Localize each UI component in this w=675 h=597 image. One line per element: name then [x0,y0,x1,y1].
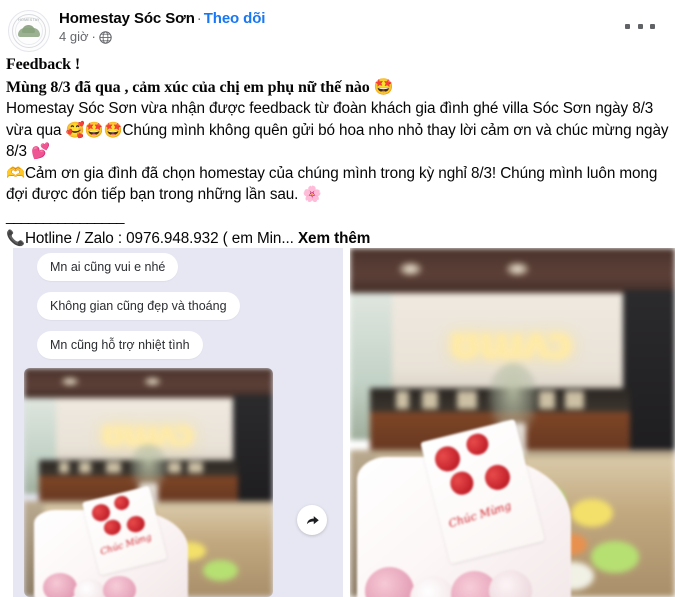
dark-column [623,289,675,465]
cherry-blossom-emoji: 🌸 [302,185,322,203]
post-media: Mn ai cũng vui e nhé Không gian cũng đẹp… [0,248,675,597]
card-rose [464,431,491,457]
avatar-hill-front [18,28,40,37]
counter-item [58,461,69,474]
post-text-line-5: 📞Hotline / Zalo : 0976.948.932 ( em Min.… [6,228,669,250]
counter-item [538,391,555,409]
heart-hands-emoji: 🫶 [6,163,25,182]
avatar[interactable]: HOMESTAY [8,10,50,52]
page-name-line: Homestay Sóc Sơn · Theo dõi [59,10,265,27]
share-button[interactable] [297,505,327,535]
follow-link[interactable]: Theo dõi [204,10,266,27]
post-text-line-3: Homestay Sóc Sơn vừa nhận được feedback … [6,98,669,163]
post-header-text: Homestay Sóc Sơn · Theo dõi 4 giờ · [59,9,265,45]
post-text-line-2-text: Mùng 8/3 đã qua , cảm xúc của chị em phụ… [6,78,374,96]
dark-column [233,395,273,510]
star-struck-emoji: 🤩 [373,76,394,96]
see-more-button[interactable]: Xem thêm [298,230,370,247]
rose-bouquet-left: Chúc Mừng [33,485,189,597]
smiling-hearts-emoji: 🥰 [65,120,85,139]
ceiling-light [506,261,529,276]
star-struck-emoji-pair: 🤩🤩 [84,120,123,139]
media-photo-right[interactable]: ʊɯʌɔ Chúc Mừng [350,248,675,597]
globe-icon[interactable] [99,31,112,44]
hotline-text: Hotline / Zalo : 0976.948.932 ( em Min..… [24,229,294,247]
card-rose [482,461,513,493]
card-script-text: Chúc Mừng [98,531,152,557]
post-text-line-4: 🫶Cảm ơn gia đình đã chọn homestay của ch… [6,163,669,206]
counter-item [457,391,477,409]
counter-item [564,391,584,409]
post-text: Feedback ! Mùng 8/3 đã qua , cảm xúc của… [0,50,675,249]
rose-bud [103,576,136,597]
neon-sign: ʊɯʌɔ [447,317,574,369]
ellipsis-dot-2 [637,23,643,29]
counter-item [395,391,409,409]
post-text-line-1: Feedback ! [6,56,81,73]
counter-item [168,461,181,474]
chat-screenshot: Mn ai cũng vui e nhé Không gian cũng đẹp… [13,248,343,597]
ellipsis-dot-3 [650,23,655,29]
card-script-text: Chúc Mừng [446,498,513,530]
counter-item [188,461,204,474]
ellipsis-dot-1 [625,23,630,29]
chat-bubble: Mn ai cũng vui e nhé [37,253,179,281]
card-rose [111,494,131,512]
two-hearts-emoji: 💕 [31,142,51,160]
avatar-logo-text: HOMESTAY [18,18,40,22]
chat-attached-photo: ʊɯʌɔ Chúc Mừng [24,368,273,597]
post-options-button[interactable] [625,18,655,34]
counter-item [421,391,438,409]
name-separator: · [196,10,202,27]
telephone-emoji: 📞 [6,228,25,247]
media-photo-left[interactable]: Mn ai cũng vui e nhé Không gian cũng đẹp… [13,248,343,597]
post-meta: 4 giờ · [59,29,265,45]
rose-bud [43,573,78,597]
post-header: HOMESTAY Homestay Sóc Sơn · Theo dõi 4 giờ… [0,0,675,52]
photo-right-inner: ʊɯʌɔ Chúc Mừng [350,248,675,597]
counter-item [106,461,122,474]
food-dish [590,541,640,573]
card-rose [89,501,112,523]
card-rose [431,443,463,474]
post-text-line-2: Mùng 8/3 đã qua , cảm xúc của chị em phụ… [6,76,669,99]
card-rose [102,517,122,537]
chat-bubble: Không gian cũng đẹp và thoáng [37,292,240,320]
neon-sign: ʊɯʌɔ [99,413,195,454]
counter-item [78,461,92,474]
post-timestamp[interactable]: 4 giờ [59,29,89,45]
rose-bouquet-right: Chúc Mừng [356,418,571,597]
ceiling-light [398,261,422,276]
meta-separator: · [91,29,96,45]
card-rose [124,513,146,534]
chat-bubble: Mn cũng hỗ trợ nhiệt tình [37,331,203,359]
page-name[interactable]: Homestay Sóc Sơn [59,10,195,27]
card-rose [447,468,477,497]
post-text-line-4-text: Cảm ơn gia đình đã chọn homestay của chú… [6,164,658,204]
rose-bud [74,579,105,597]
text-divider: ________________ [6,207,124,225]
share-arrow-icon [306,515,319,524]
food-dish [203,560,239,581]
